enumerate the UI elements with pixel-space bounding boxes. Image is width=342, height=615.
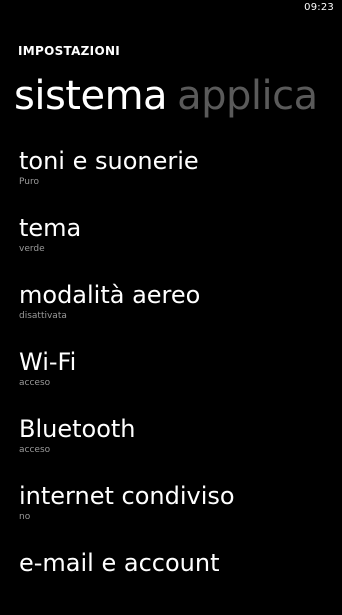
setting-subtitle: disattivata [19,311,67,321]
setting-subtitle: acceso [19,445,51,455]
setting-item-email-e-account[interactable]: e-mail e account [19,548,342,615]
setting-title: e-mail e account [19,549,220,577]
setting-item-modalita-aereo[interactable]: modalità aereo disattivata [19,280,342,347]
pivot-header: sistema applica [14,70,318,122]
setting-title: toni e suonerie [19,147,199,175]
setting-title: internet condiviso [19,482,235,510]
setting-title: tema [19,214,82,242]
setting-item-toni-e-suonerie[interactable]: toni e suonerie Puro [19,146,342,213]
setting-subtitle: verde [19,244,45,254]
status-bar: 09:23 [0,0,342,20]
pivot-tab-applicazioni[interactable]: applica [177,73,318,119]
setting-subtitle: no [19,512,31,522]
setting-item-internet-condiviso[interactable]: internet condiviso no [19,481,342,548]
setting-title: Wi-Fi [19,348,77,376]
setting-title: modalità aereo [19,281,201,309]
status-time: 09:23 [304,2,334,13]
setting-item-tema[interactable]: tema verde [19,213,342,280]
setting-title: Bluetooth [19,415,136,443]
pivot-tab-sistema[interactable]: sistema [14,73,168,119]
setting-subtitle: acceso [19,378,51,388]
app-title: IMPOSTAZIONI [18,44,121,58]
settings-list: toni e suonerie Puro tema verde modalità… [19,146,342,615]
setting-item-wifi[interactable]: Wi-Fi acceso [19,347,342,414]
setting-subtitle: Puro [19,177,39,187]
setting-item-bluetooth[interactable]: Bluetooth acceso [19,414,342,481]
